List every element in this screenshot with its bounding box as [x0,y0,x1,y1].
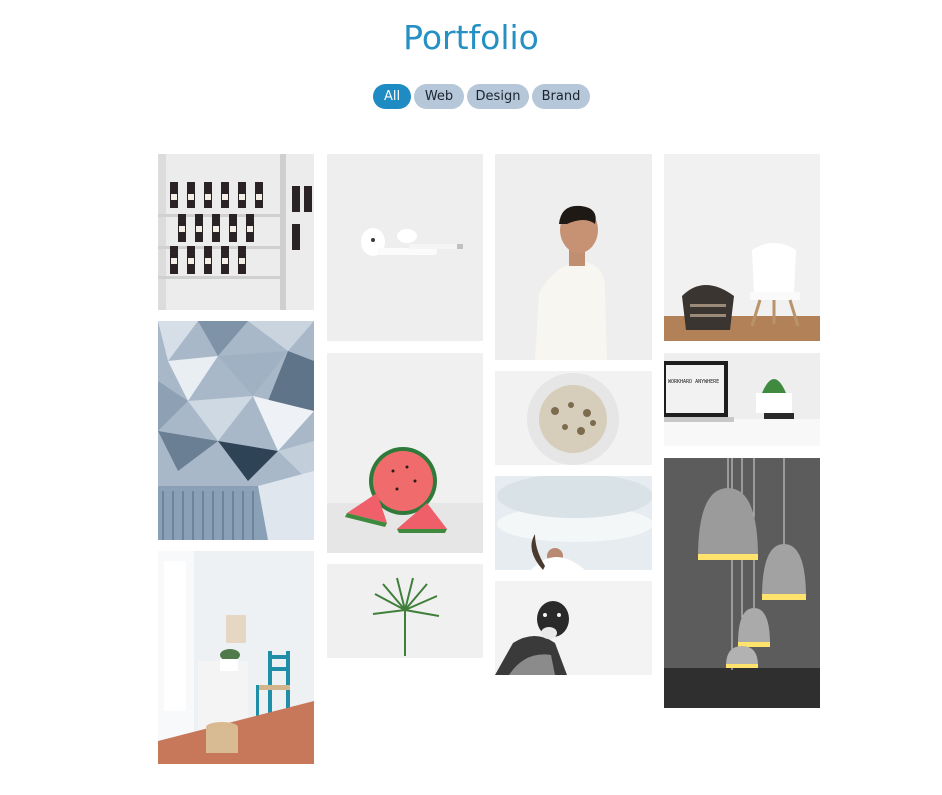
page-title: Portfolio [403,18,539,57]
gallery-image-geometric-facade[interactable] [158,321,314,540]
gallery-image-man-portrait[interactable] [495,154,652,360]
laptop-screen-text: WORKHARD ANYWHERE [668,379,720,385]
gallery-image-white-room-chair[interactable] [158,551,314,764]
filter-web-button[interactable]: Web [414,84,464,109]
gallery-image-watermelon[interactable] [327,353,483,553]
gallery-image-laptop-desk[interactable]: WORKHARD ANYWHERE [664,353,820,446]
gallery-image-pendant-lamps[interactable] [664,458,820,708]
filter-design-button[interactable]: Design [467,84,529,109]
filter-all-button[interactable]: All [373,84,411,109]
gallery-image-woman-hat[interactable] [495,476,652,570]
gallery-image-dog[interactable] [495,581,652,675]
gallery-image-white-chair[interactable] [664,154,820,341]
gallery-image-palm-leaf[interactable] [327,564,483,658]
gallery-image-bowl-food[interactable] [495,371,652,465]
filter-tabs: All Web Design Brand [373,84,590,109]
gallery-image-wine-bottles[interactable] [158,154,314,310]
gallery-image-earbuds[interactable] [327,154,483,341]
filter-brand-button[interactable]: Brand [532,84,590,109]
